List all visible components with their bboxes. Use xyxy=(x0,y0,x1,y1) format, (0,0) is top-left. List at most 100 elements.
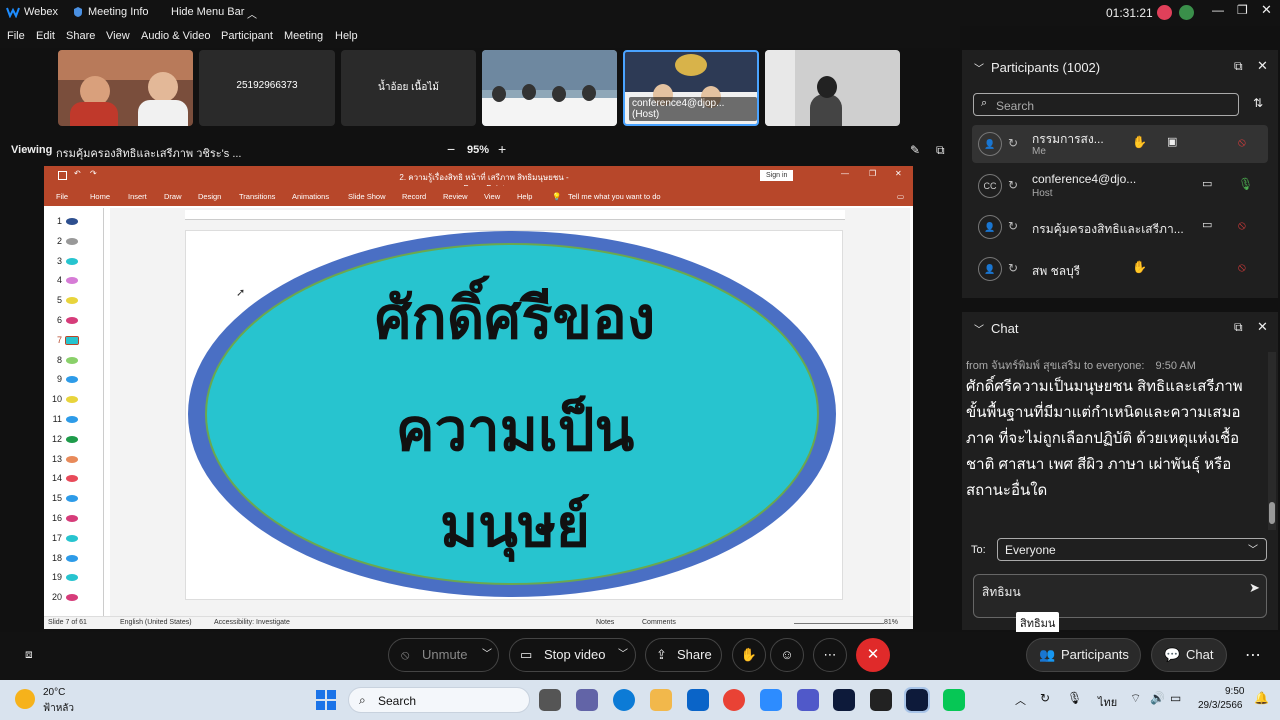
ppt-restore-icon[interactable]: ❐ xyxy=(869,169,876,178)
slide-thumbnail[interactable] xyxy=(66,574,78,582)
zoom-out-button[interactable]: − xyxy=(447,141,455,157)
ppt-tab-insert[interactable]: Insert xyxy=(128,192,147,201)
mic-muted-icon[interactable]: ⦸ xyxy=(1238,135,1246,150)
webex-meeting-taskbar-icon[interactable] xyxy=(904,687,930,713)
tray-date[interactable]: 29/3/2566 xyxy=(1198,700,1243,711)
close-panel-icon[interactable]: ✕ xyxy=(1257,58,1268,74)
video-tile-host[interactable]: conference4@djop... (Host) xyxy=(623,50,759,126)
profile-avatar[interactable] xyxy=(1179,5,1194,20)
ppt-signin-button[interactable]: Sign in xyxy=(760,170,794,181)
sync-tray-icon[interactable]: ↻ xyxy=(1040,691,1050,705)
menu-edit[interactable]: Edit xyxy=(36,30,55,42)
volume-icon[interactable]: 🔊 xyxy=(1150,691,1165,705)
send-icon[interactable]: ➤ xyxy=(1249,580,1260,596)
ppt-accessibility[interactable]: Accessibility: Investigate xyxy=(214,619,290,626)
slide-thumbnail[interactable] xyxy=(66,554,78,562)
ppt-notes-button[interactable]: Notes xyxy=(596,619,614,626)
ppt-tab-animations[interactable]: Animations xyxy=(292,192,329,201)
chevron-down-icon[interactable]: ﹀ xyxy=(618,639,628,671)
slide-number[interactable]: 7 xyxy=(48,335,62,345)
mic-muted-icon[interactable]: ⦸ xyxy=(1238,260,1246,275)
menu-view[interactable]: View xyxy=(106,30,130,42)
minimize-icon[interactable]: — xyxy=(1212,3,1224,17)
slide-thumbnail[interactable] xyxy=(66,257,78,265)
slide-number[interactable]: 2 xyxy=(48,236,62,246)
mic-muted-icon[interactable]: ⦸ xyxy=(1238,218,1246,233)
ppt-close-icon[interactable]: ✕ xyxy=(895,169,902,178)
slide-thumbnail[interactable] xyxy=(66,594,78,602)
close-panel-icon[interactable]: ✕ xyxy=(1257,319,1268,335)
weather-icon[interactable] xyxy=(15,689,35,709)
notification-icon[interactable]: 🔔 xyxy=(1254,691,1269,705)
ppt-tab-review[interactable]: Review xyxy=(443,192,468,201)
mic-tray-icon[interactable]: 🎙 xyxy=(1067,691,1082,705)
meeting-info-link[interactable]: Meeting Info xyxy=(88,6,149,18)
slide-number[interactable]: 9 xyxy=(48,374,62,384)
slide-thumbnail[interactable] xyxy=(66,416,78,423)
menu-meeting[interactable]: Meeting xyxy=(284,30,323,42)
slide-number[interactable]: 19 xyxy=(48,572,62,582)
windows-start-icon[interactable] xyxy=(316,690,336,710)
slide-number[interactable]: 4 xyxy=(48,275,62,285)
input-language[interactable]: ไทย xyxy=(1098,693,1117,711)
menu-help[interactable]: Help xyxy=(335,30,358,42)
slide-number[interactable]: 13 xyxy=(48,454,62,464)
more-options-button[interactable]: ⋯ xyxy=(813,638,847,672)
chat-scrollbar[interactable] xyxy=(1268,352,1276,530)
slide-thumbnail[interactable] xyxy=(66,495,78,503)
captions-icon[interactable]: ⧈ xyxy=(25,647,33,662)
video-tile-4[interactable] xyxy=(482,50,617,126)
participant-row-3[interactable]: 👤 ↻ กรมคุ้มครองสิทธิและเสรีภา... ▭ ⦸ xyxy=(972,208,1268,246)
ppt-tab-view[interactable]: View xyxy=(484,192,500,201)
slide-number[interactable]: 12 xyxy=(48,434,62,444)
slide-number[interactable]: 16 xyxy=(48,513,62,523)
ppt-tell-me[interactable]: Tell me what you want to do xyxy=(568,192,661,201)
participants-toggle-button[interactable]: 👥 Participants xyxy=(1026,638,1141,672)
comment-icon[interactable]: ▭ xyxy=(897,192,904,201)
more-panels-icon[interactable]: ⋯ xyxy=(1245,645,1261,665)
slide-number[interactable]: 10 xyxy=(48,394,62,404)
redo-icon[interactable]: ↷ xyxy=(90,169,97,178)
popout-icon[interactable]: ⧉ xyxy=(1234,320,1243,335)
slide-thumbnail[interactable] xyxy=(66,376,78,384)
stop-video-button[interactable]: ▭ Stop video ﹀ xyxy=(509,638,636,672)
slide-thumbnail[interactable] xyxy=(66,475,78,483)
battery-icon[interactable]: ▭ xyxy=(1170,691,1181,705)
video-tile-1[interactable] xyxy=(58,50,193,126)
restore-icon[interactable]: ❐ xyxy=(1237,3,1248,17)
ppt-zoom-slider[interactable] xyxy=(794,623,884,624)
caption-icon[interactable]: ▣ xyxy=(1167,135,1177,148)
chevron-up-icon[interactable]: ︿ xyxy=(1015,692,1026,708)
ppt-tab-design[interactable]: Design xyxy=(198,192,221,201)
leave-meeting-button[interactable]: ✕ xyxy=(856,638,890,672)
hide-menu-bar-button[interactable]: Hide Menu Bar xyxy=(171,6,244,18)
save-icon[interactable] xyxy=(58,171,67,180)
slide-thumbnail[interactable] xyxy=(66,356,78,364)
slide-number[interactable]: 6 xyxy=(48,315,62,325)
slide-thumbnail[interactable] xyxy=(66,277,78,285)
slide-thumbnail[interactable] xyxy=(66,218,78,225)
slide-number[interactable]: 1 xyxy=(48,216,62,226)
slide-number[interactable]: 11 xyxy=(48,414,62,424)
popout-icon[interactable]: ⧉ xyxy=(1234,59,1243,74)
slide-thumbnail[interactable] xyxy=(66,317,78,324)
collapse-chevron-icon[interactable]: ﹀ xyxy=(974,321,984,336)
ppt-tab-draw[interactable]: Draw xyxy=(164,192,182,201)
ppt-tab-help[interactable]: Help xyxy=(517,192,532,201)
ppt-tab-home[interactable]: Home xyxy=(90,192,110,201)
task-view-icon[interactable] xyxy=(539,689,561,711)
file-explorer-icon[interactable] xyxy=(650,689,672,711)
ppt-comments-button[interactable]: Comments xyxy=(642,619,676,626)
slide-number[interactable]: 3 xyxy=(48,256,62,266)
video-tile-3[interactable]: น้ำอ้อย เนื้อไม้ xyxy=(341,50,476,126)
app-icon[interactable] xyxy=(870,689,892,711)
mail-icon[interactable] xyxy=(687,689,709,711)
tray-time[interactable]: 9:50 xyxy=(1225,686,1244,697)
ppt-tab-slideshow[interactable]: Slide Show xyxy=(348,192,386,201)
ppt-tab-record[interactable]: Record xyxy=(402,192,426,201)
popout-share-icon[interactable]: ⧉ xyxy=(936,143,945,158)
wifi-icon[interactable]: ⌔ xyxy=(1130,691,1141,706)
slide-number[interactable]: 14 xyxy=(48,473,62,483)
slide-number[interactable]: 17 xyxy=(48,533,62,543)
chevron-up-icon[interactable]: ︿ xyxy=(247,6,257,21)
